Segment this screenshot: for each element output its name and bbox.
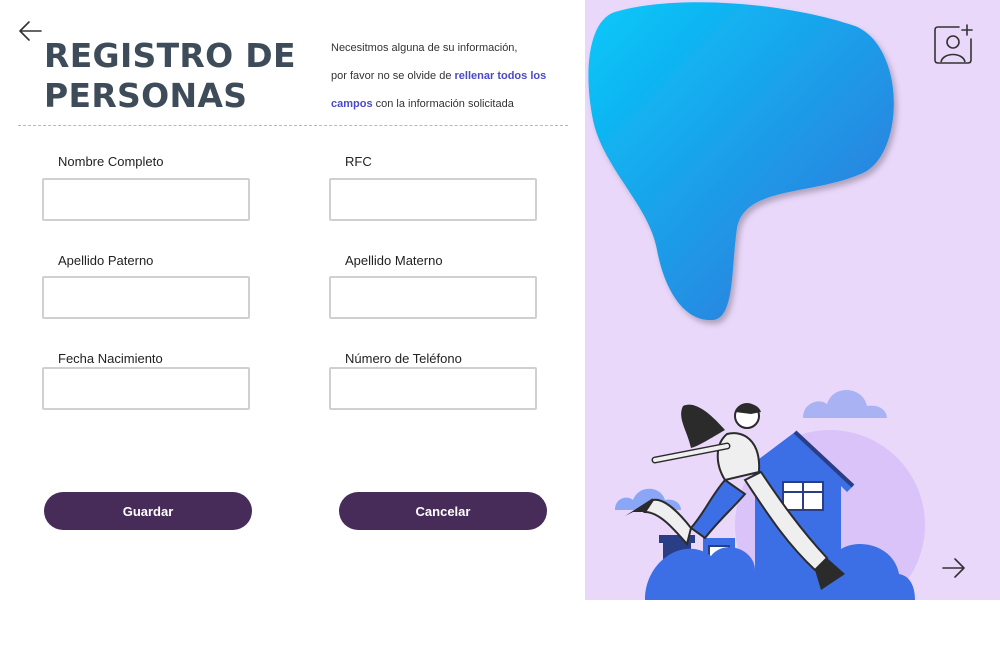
apellido-materno-label: Apellido Materno [345,253,443,268]
telefono-input[interactable] [329,367,537,410]
rfc-label: RFC [345,154,372,169]
header-divider [18,125,568,126]
save-button[interactable]: Guardar [44,492,252,530]
apellido-materno-input[interactable] [329,276,537,319]
intro-text: Necesitmos alguna de su información, por… [331,34,571,118]
add-photo-icon[interactable] [931,22,975,66]
intro-part-1: Necesitmos alguna de su información, [331,42,518,54]
next-arrow-icon[interactable] [941,555,967,581]
nombre-label: Nombre Completo [58,154,164,169]
intro-part-2: por favor no se olvide de [331,70,452,82]
fecha-nacimiento-input[interactable] [42,367,250,410]
intro-highlight-1: rellenar todos los [454,70,547,82]
cancel-button[interactable]: Cancelar [339,492,547,530]
intro-part-3: con la información solicitada [375,98,514,110]
rfc-input[interactable] [329,178,537,221]
running-person-illustration [615,389,925,600]
page-title: REGISTRO DE PERSONAS [44,36,296,116]
apellido-paterno-input[interactable] [42,276,250,319]
fecha-nacimiento-label: Fecha Nacimiento [58,351,163,366]
illustration-panel [585,0,1000,600]
page-title-line-2: PERSONAS [44,76,248,115]
back-arrow-icon[interactable] [17,18,43,44]
intro-highlight-2: campos [331,98,373,110]
nombre-input[interactable] [42,178,250,221]
telefono-label: Número de Teléfono [345,351,462,366]
apellido-paterno-label: Apellido Paterno [58,253,154,268]
page-title-line-1: REGISTRO DE [44,36,296,75]
